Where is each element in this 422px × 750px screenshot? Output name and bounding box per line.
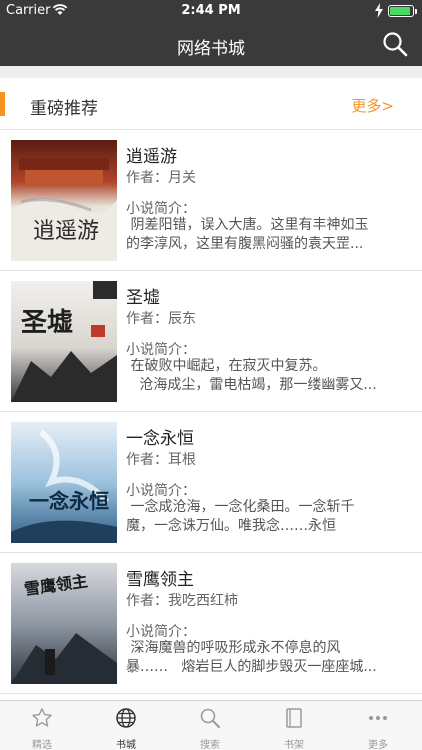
book-item[interactable]: 雪鹰领主 雪鹰领主 作者：我吃西红柿 小说简介： 深海魔兽的呼吸形成永不停息的风… [0,553,422,694]
tab-more[interactable]: 更多 [336,701,420,750]
book-author: 作者：耳根 [126,452,196,468]
book-intro-label: 小说简介： [126,201,196,217]
search-icon[interactable] [382,31,408,57]
tab-bar: 精选 书城 搜索 书架 更多 [0,700,422,750]
book-intro: 一念成沧海，一念化桑田。一念斩千 魔，一念诛万仙。唯我念……永恒 [126,499,355,534]
cover-title: 一念永恒 [29,489,109,513]
tab-bookshelf[interactable]: 书架 [252,701,336,750]
tab-bookstore[interactable]: 书城 [84,701,168,750]
book-author: 作者：辰东 [126,311,196,327]
tab-label: 精选 [32,740,52,750]
cover-title: 逍遥游 [33,219,99,244]
more-icon [369,716,387,720]
book-title: 雪鹰领主 [126,570,194,590]
book-title: 圣墟 [126,288,160,308]
search-icon [200,708,220,728]
more-link[interactable]: 更多> [351,95,394,116]
recommend-section: 重磅推荐 更多> 逍遥游 逍遥游 作者：月关 小说简介： 阴差阳错，误入大唐。这… [0,78,422,700]
book-title: 逍遥游 [126,147,177,167]
page-title: 网络书城 [177,39,245,59]
book-intro-label: 小说简介： [126,342,196,358]
content-area[interactable]: 重磅推荐 更多> 逍遥游 逍遥游 作者：月关 小说简介： 阴差阳错，误入大唐。这… [0,66,422,700]
tab-featured[interactable]: 精选 [0,701,84,750]
book-item[interactable]: 一念永恒 一念永恒 作者：耳根 小说简介： 一念成沧海，一念化桑田。一念斩千 魔… [0,412,422,553]
book-intro-label: 小说简介： [126,483,196,499]
section-header: 重磅推荐 更多> [0,78,422,130]
book-cover[interactable]: 圣墟 [11,281,117,402]
tab-label: 书架 [284,740,304,750]
tab-label: 搜索 [200,740,220,750]
book-item[interactable]: 圣墟 圣墟 作者：辰东 小说简介： 在破败中崛起，在寂灭中复苏。 沧海成尘，雷电… [0,271,422,412]
book-cover[interactable]: 逍遥游 [11,140,117,261]
charging-icon [375,3,383,18]
book-item[interactable]: 逍遥游 逍遥游 作者：月关 小说简介： 阴差阳错，误入大唐。这里有丰神如玉 的李… [0,130,422,271]
book-cover[interactable]: 雪鹰领主 [11,563,117,684]
book-cover[interactable]: 一念永恒 [11,422,117,543]
book-intro-label: 小说简介： [126,624,196,640]
tab-label: 书城 [116,740,136,750]
bookshelf-icon [286,708,302,728]
section-title: 重磅推荐 [30,99,98,119]
book-intro: 在破败中崛起，在寂灭中复苏。 沧海成尘，雷电枯竭，那一缕幽雾又... [130,358,377,393]
cover-title: 圣墟 [21,308,73,338]
book-author: 作者：月关 [126,170,196,186]
status-bar: Carrier 2:44 PM [0,0,422,22]
book-title: 一念永恒 [126,429,194,449]
section-accent-bar [0,92,5,116]
book-author: 作者：我吃西红柿 [126,593,238,609]
battery-icon [388,5,417,17]
status-time: 2:44 PM [181,3,241,18]
star-icon [32,708,52,727]
book-intro: 深海魔兽的呼吸形成永不停息的风 暴…… 熔岩巨人的脚步毁灭一座座城... [126,640,377,675]
nav-bar: 网络书城 [0,22,422,66]
tab-label: 更多 [368,740,388,750]
tab-search[interactable]: 搜索 [168,701,252,750]
book-intro: 阴差阳错，误入大唐。这里有丰神如玉 的李淳风，这里有腹黑闷骚的袁天罡... [126,217,369,252]
globe-icon [116,708,136,728]
